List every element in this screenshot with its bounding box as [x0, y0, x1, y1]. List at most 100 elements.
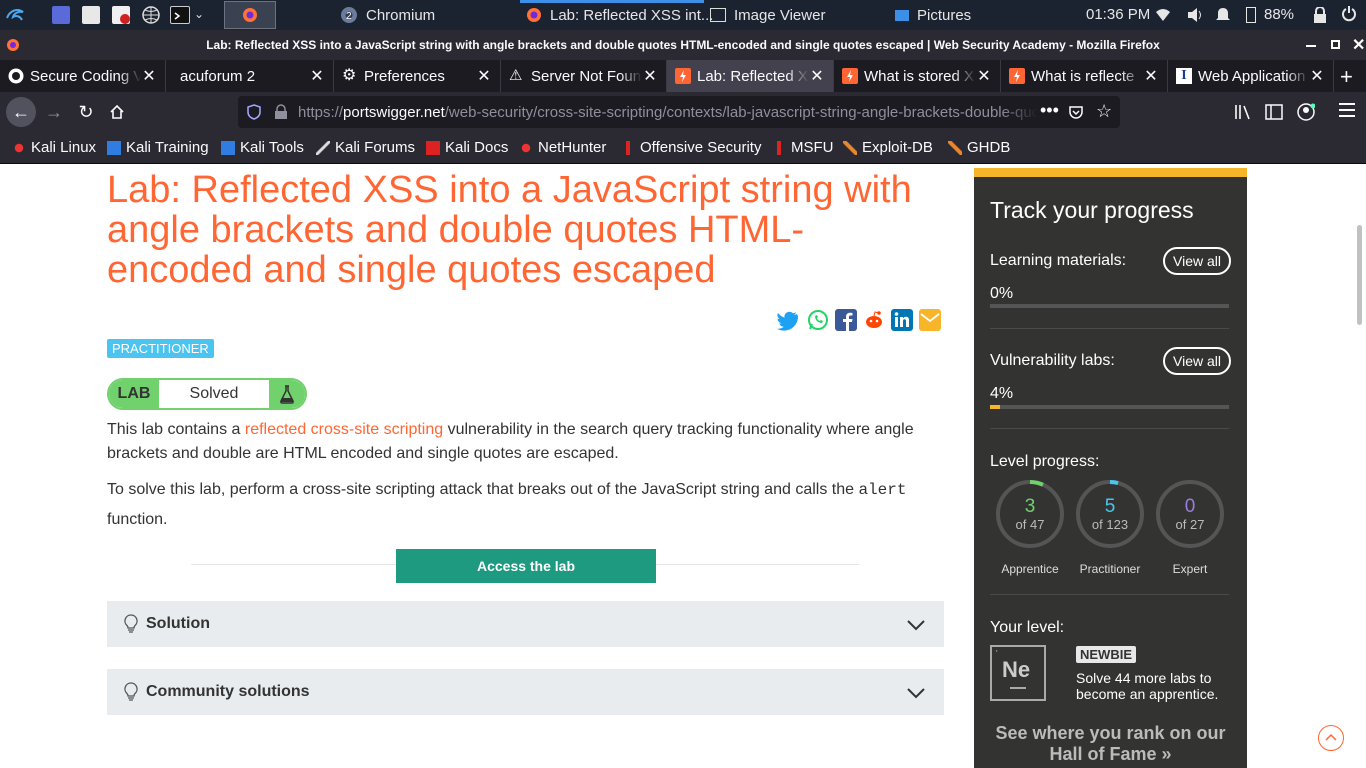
wifi-icon[interactable] — [1155, 7, 1171, 26]
bookmark-nethunter[interactable]: NetHunter — [519, 139, 606, 156]
terminal-icon[interactable] — [170, 6, 190, 24]
msfu-icon — [772, 140, 786, 155]
bookmark-kali-linux[interactable]: Kali Linux — [12, 139, 96, 156]
volume-icon[interactable] — [1186, 7, 1204, 26]
access-lab-button[interactable]: Access the lab — [396, 549, 656, 583]
exploit-db-icon — [843, 140, 857, 155]
solution-accordion[interactable]: Solution — [107, 601, 944, 647]
taskbar-window-firefox[interactable]: Lab: Reflected XSS int... — [526, 0, 713, 30]
reddit-share-icon[interactable] — [863, 309, 885, 331]
labs-view-all-button[interactable]: View all — [1163, 347, 1231, 375]
ghdb-icon — [948, 140, 962, 155]
file-manager-icon[interactable] — [82, 6, 100, 24]
hall-of-fame-link[interactable]: See where you rank on our Hall of Fame » — [994, 723, 1227, 765]
practitioner-caption: Practitioner — [1079, 562, 1141, 576]
bookmark-msfu[interactable]: MSFU — [772, 139, 834, 156]
bookmark-kali-training[interactable]: Kali Training — [107, 139, 209, 156]
lab-tag: LAB — [109, 380, 159, 408]
tab-web-application[interactable]: I Web Application ✕ — [1168, 60, 1334, 92]
learning-materials-label: Learning materials: — [990, 252, 1127, 269]
community-solutions-accordion[interactable]: Community solutions — [107, 669, 944, 715]
kali-tools-icon — [221, 140, 235, 155]
pocket-icon[interactable] — [1068, 104, 1084, 120]
learning-view-all-button[interactable]: View all — [1163, 247, 1231, 275]
tab-what-is-reflected-xss[interactable]: What is reflecte ✕ — [1001, 60, 1168, 92]
bookmark-kali-tools[interactable]: Kali Tools — [221, 139, 304, 156]
close-tab-icon[interactable]: ✕ — [476, 66, 492, 86]
twitter-share-icon[interactable] — [776, 309, 799, 331]
bookmark-exploit-db[interactable]: Exploit-DB — [843, 139, 933, 156]
minimize-button[interactable] — [1306, 45, 1316, 47]
close-tab-icon[interactable]: ✕ — [976, 66, 992, 86]
tracking-shield-icon[interactable] — [246, 104, 262, 120]
bookmark-kali-docs[interactable]: Kali Docs — [426, 139, 508, 156]
chevron-down-icon[interactable]: ⌄ — [194, 7, 204, 21]
hamburger-menu-icon[interactable] — [1339, 103, 1355, 117]
clock[interactable]: 01:36 PM — [1086, 6, 1150, 23]
close-tab-icon[interactable]: ✕ — [1143, 66, 1159, 86]
lab-instructions: To solve this lab, perform a cross-site … — [107, 481, 907, 528]
tab-server-not-found[interactable]: ⚠ Server Not Foun ✕ — [501, 60, 667, 92]
tab-lab-reflected-xss[interactable]: Lab: Reflected X ✕ — [667, 60, 834, 92]
bookmark-ghdb[interactable]: GHDB — [948, 139, 1010, 156]
maximize-button[interactable] — [1331, 40, 1340, 49]
sidebar-toggle-icon[interactable] — [1265, 104, 1283, 120]
library-icon[interactable] — [1234, 104, 1252, 120]
browser-globe-icon[interactable] — [142, 6, 160, 24]
level-progress-label: Level progress: — [990, 453, 1100, 470]
show-desktop-icon[interactable] — [52, 6, 70, 24]
close-tab-icon[interactable]: ✕ — [1309, 66, 1325, 86]
new-tab-button[interactable]: + — [1340, 64, 1353, 90]
power-icon[interactable] — [1341, 6, 1357, 25]
tab-what-is-stored-xss[interactable]: What is stored X ✕ — [834, 60, 1001, 92]
bookmark-offensive-security[interactable]: Offensive Security — [621, 139, 761, 156]
taskbar-window-image-viewer[interactable]: Image Viewer — [710, 0, 825, 30]
kali-docs-icon — [426, 140, 440, 155]
page-scrollbar[interactable] — [1357, 225, 1362, 325]
notification-bell-icon[interactable] — [1216, 7, 1230, 26]
chevron-down-icon — [907, 620, 925, 631]
account-icon[interactable] — [1297, 103, 1315, 121]
flask-icon — [269, 380, 305, 408]
whatsapp-share-icon[interactable] — [807, 309, 829, 331]
battery-icon[interactable] — [1246, 7, 1256, 23]
tab-secure-coding[interactable]: Secure Coding V ✕ — [0, 60, 166, 92]
url-bar[interactable]: https://portswigger.net/web-security/cro… — [238, 96, 1120, 128]
battery-level: 88% — [1264, 6, 1295, 23]
page-actions-menu-icon[interactable]: ••• — [1040, 100, 1059, 121]
back-to-top-button[interactable] — [1318, 725, 1344, 751]
expert-caption: Expert — [1172, 562, 1208, 576]
expert-total: of 27 — [1175, 517, 1205, 532]
page-title: Lab: Reflected XSS into a JavaScript str… — [107, 169, 912, 291]
tab-acuforum[interactable]: acuforum 2 ✕ — [166, 60, 334, 92]
close-tab-icon[interactable]: ✕ — [141, 66, 157, 86]
facebook-share-icon[interactable] — [835, 309, 857, 331]
lock-icon[interactable] — [274, 104, 288, 120]
lab-status-widget: LAB Solved — [107, 378, 307, 410]
close-tab-icon[interactable]: ✕ — [642, 66, 658, 86]
linkedin-share-icon[interactable] — [891, 309, 913, 331]
level-name-badge: NEWBIE — [1076, 646, 1136, 663]
reflected-xss-link[interactable]: reflected cross-site scripting — [245, 421, 443, 438]
close-tab-icon[interactable]: ✕ — [809, 66, 825, 86]
sidebar-title: Track your progress — [990, 197, 1194, 223]
tab-preferences[interactable]: ⚙ Preferences ✕ — [334, 60, 501, 92]
kali-menu-icon[interactable] — [4, 4, 26, 26]
forward-button[interactable]: → — [40, 98, 68, 126]
email-share-icon[interactable] — [919, 309, 941, 331]
offsec-icon — [621, 140, 635, 155]
text-editor-icon[interactable] — [112, 6, 130, 24]
bookmark-star-icon[interactable]: ☆ — [1096, 101, 1112, 122]
lock-screen-icon[interactable] — [1313, 6, 1327, 26]
back-button[interactable]: ← — [6, 97, 36, 127]
close-tab-icon[interactable]: ✕ — [309, 66, 325, 86]
taskbar-window-pictures[interactable]: Pictures — [895, 0, 971, 30]
bookmark-kali-forums[interactable]: Kali Forums — [316, 139, 415, 156]
reload-button[interactable]: ↻ — [72, 98, 100, 126]
taskbar-window-chromium[interactable]: 2 Chromium — [340, 0, 435, 30]
firefox-launcher-button[interactable] — [224, 1, 276, 29]
url-text: https://portswigger.net/web-security/cro… — [298, 103, 1038, 121]
home-button[interactable] — [103, 98, 131, 126]
web-page: Lab: Reflected XSS into a JavaScript str… — [0, 164, 1366, 768]
close-window-button[interactable]: ✕ — [1352, 35, 1365, 55]
